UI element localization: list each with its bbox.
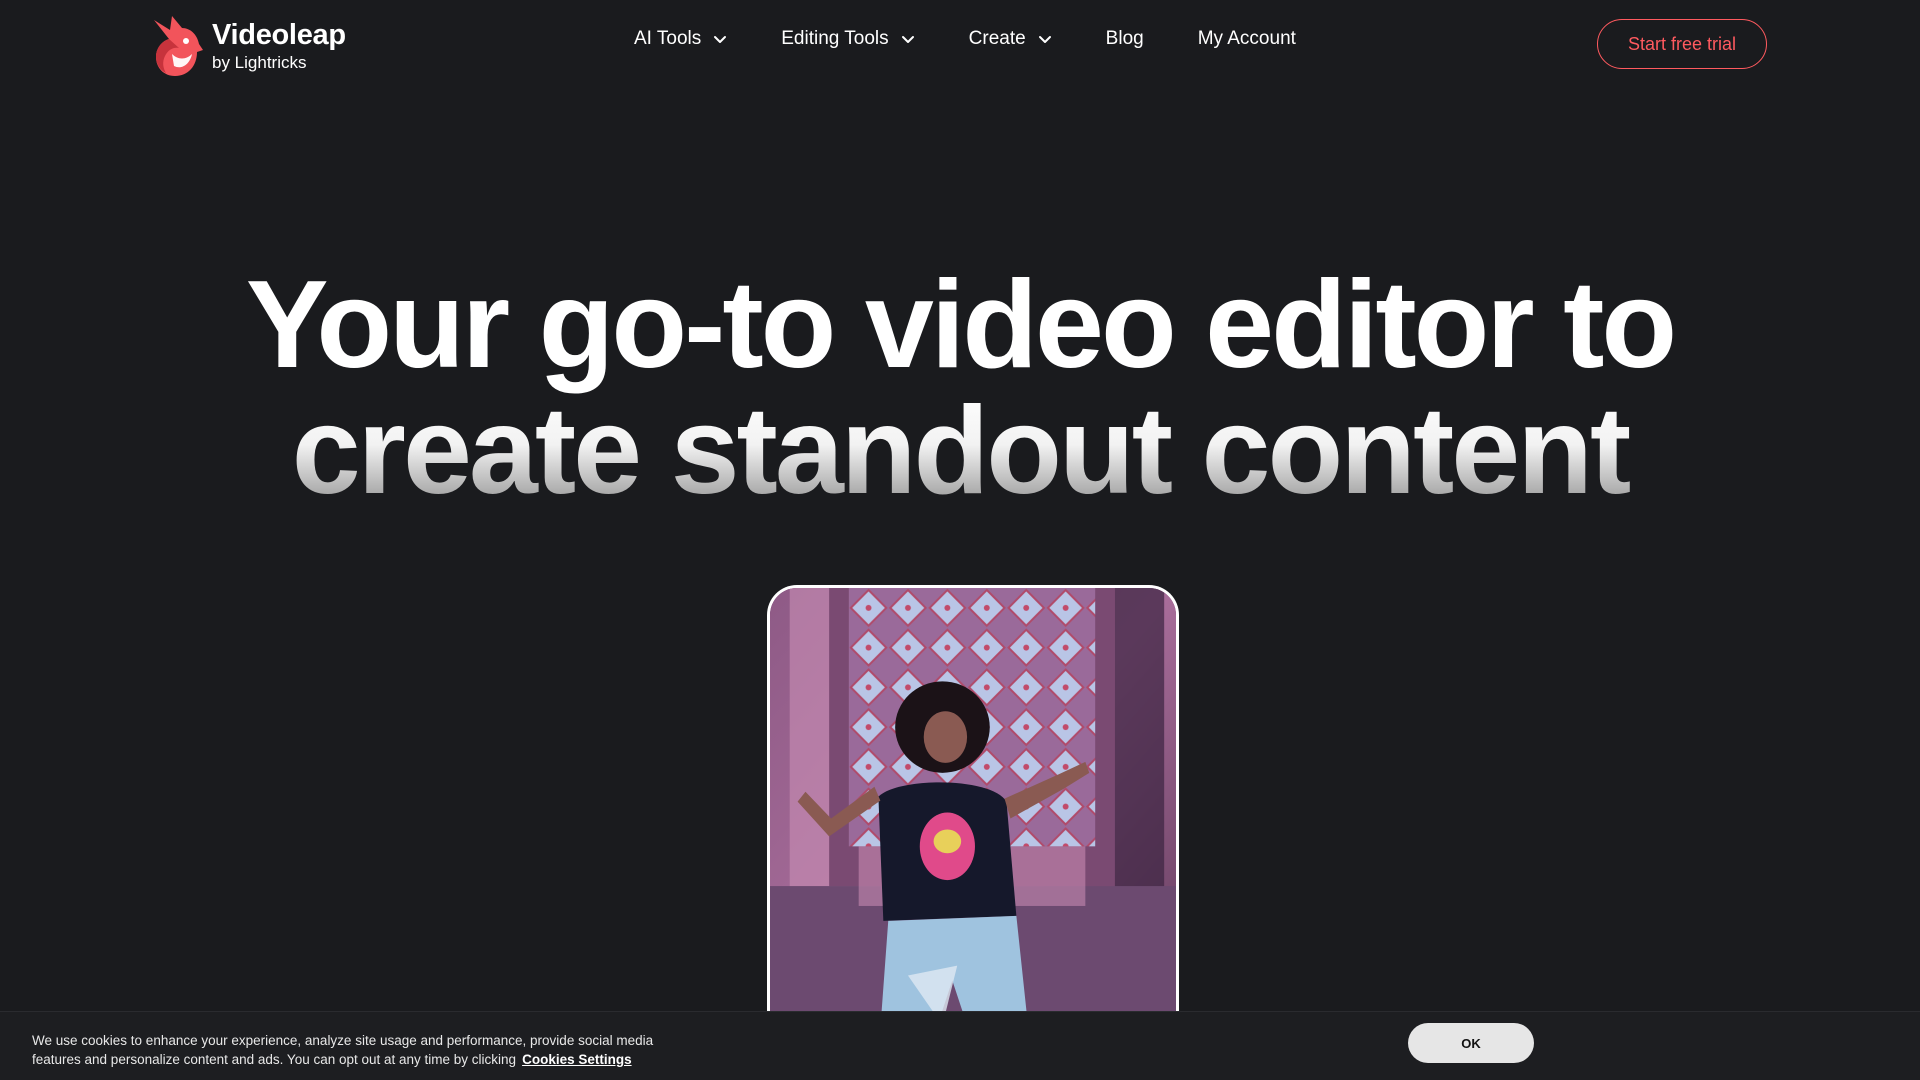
hero-video-preview[interactable] <box>767 585 1179 1055</box>
main-nav: AI Tools Editing Tools Create Blog My Ac… <box>634 28 1296 50</box>
dancer-video-still <box>770 588 1176 1055</box>
cookie-ok-button[interactable]: OK <box>1408 1023 1534 1063</box>
hero-title: Your go-to video editor to create stando… <box>0 262 1920 514</box>
chevron-down-icon <box>901 36 914 43</box>
cookies-settings-link[interactable]: Cookies Settings <box>522 1052 632 1067</box>
nav-item-label: AI Tools <box>634 28 702 49</box>
videoleap-logo[interactable]: Videoleap by Lightricks <box>150 14 346 78</box>
cookie-banner-text: We use cookies to enhance your experienc… <box>32 1031 732 1069</box>
nav-item-label: Editing Tools <box>781 28 889 49</box>
brand-name: Videoleap <box>212 19 346 51</box>
bird-logo-icon <box>154 16 203 76</box>
nav-item-my-account[interactable]: My Account <box>1198 28 1296 50</box>
hero-title-line2: create standout content <box>0 388 1920 514</box>
nav-item-label: Create <box>968 28 1026 49</box>
chevron-down-icon <box>714 36 727 43</box>
nav-item-label: Blog <box>1105 28 1144 49</box>
cookie-banner: We use cookies to enhance your experienc… <box>0 1011 1920 1080</box>
brand-subtitle: by Lightricks <box>212 53 307 72</box>
nav-item-blog[interactable]: Blog <box>1106 28 1144 50</box>
start-free-trial-button[interactable]: Start free trial <box>1597 19 1767 69</box>
cookie-text-line1: We use cookies to enhance your experienc… <box>32 1033 654 1048</box>
hero-title-line1: Your go-to video editor to <box>245 256 1677 394</box>
nav-item-ai-tools[interactable]: AI Tools <box>634 28 727 50</box>
cookie-text-line2: features and personalize content and ads… <box>32 1052 517 1067</box>
nav-item-create[interactable]: Create <box>969 28 1052 50</box>
page: Videoleap by Lightricks AI Tools Editing… <box>0 0 1920 1080</box>
nav-item-editing-tools[interactable]: Editing Tools <box>781 28 914 50</box>
nav-item-label: My Account <box>1197 28 1296 49</box>
chevron-down-icon <box>1038 36 1051 43</box>
site-header: Videoleap by Lightricks AI Tools Editing… <box>0 0 1920 90</box>
